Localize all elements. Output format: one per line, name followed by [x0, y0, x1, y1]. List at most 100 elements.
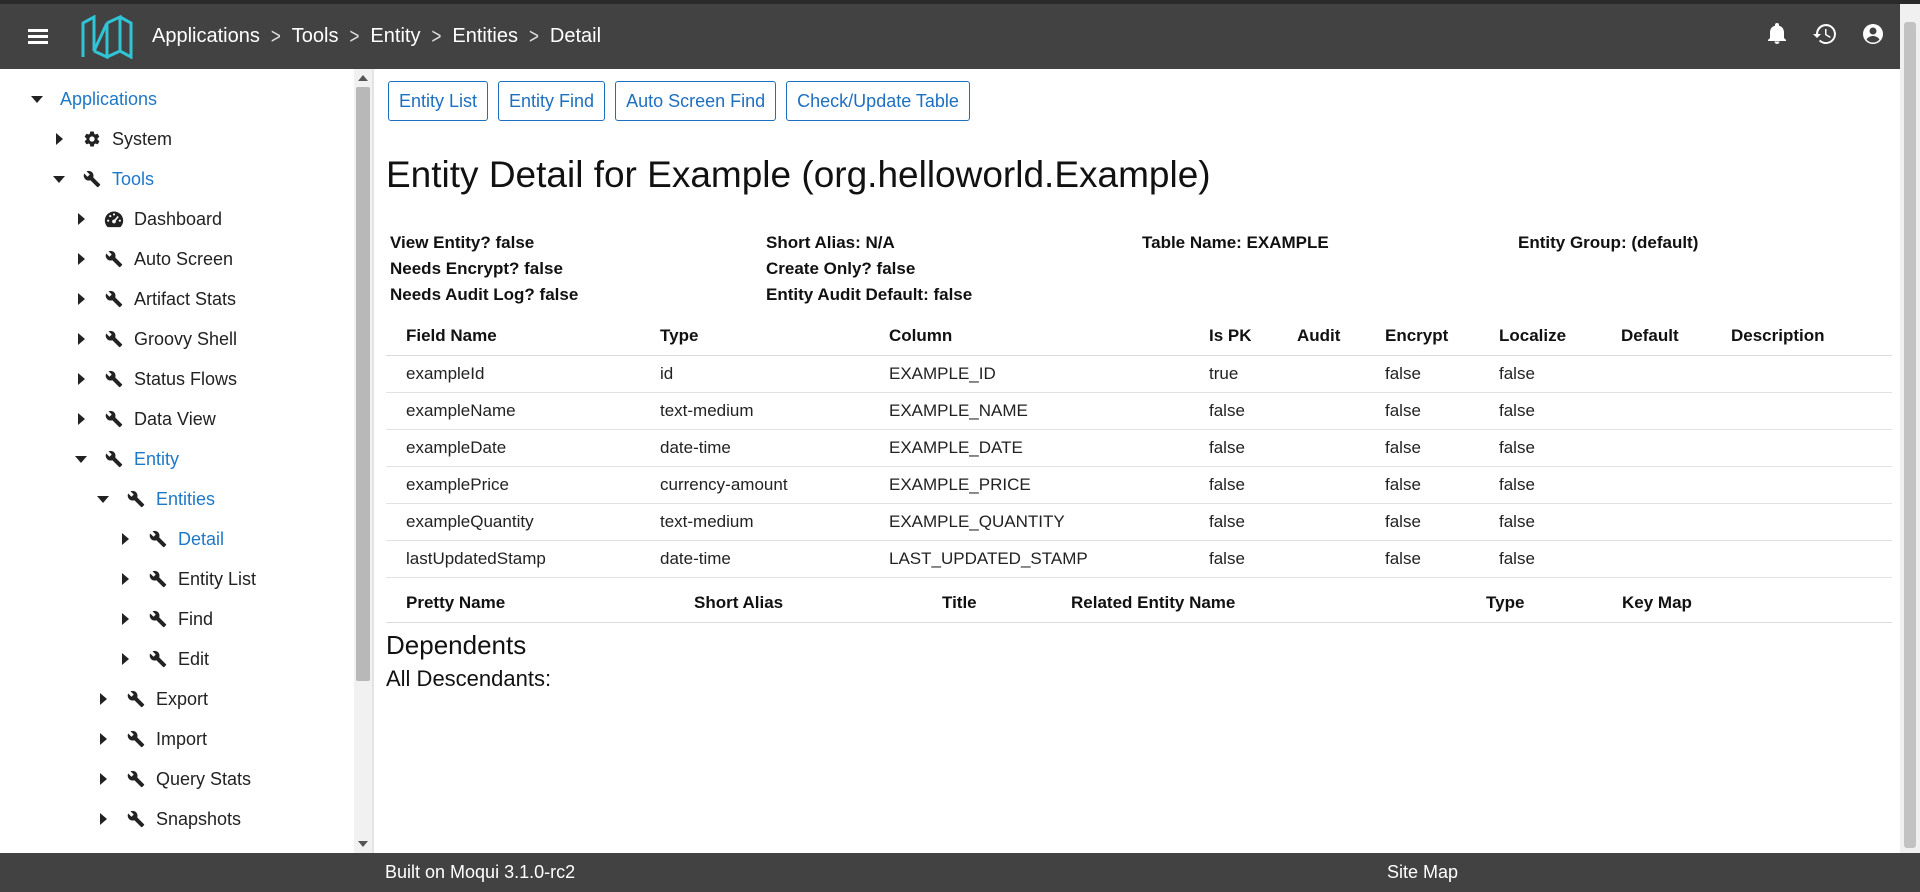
built-on-label: Built on Moqui 3.1.0-rc2	[385, 862, 576, 882]
sidebar-item-artifact-stats[interactable]: Artifact Stats	[72, 279, 236, 319]
caret-right-icon[interactable]	[94, 690, 112, 708]
chevron-right-icon: >	[431, 23, 442, 49]
table-cell	[1711, 540, 1892, 578]
table-cell: examplePrice	[386, 466, 640, 504]
sidebar-item-snapshots[interactable]: Snapshots	[94, 799, 241, 839]
caret-down-icon[interactable]	[72, 450, 90, 468]
sidebar-item-label: Query Stats	[156, 768, 252, 789]
table-cell	[1711, 466, 1892, 504]
sidebar-item-data-view[interactable]: Data View	[72, 399, 216, 439]
column-header-key-map: Key Map	[1602, 584, 1892, 623]
sidebar-item-groovy-shell[interactable]: Groovy Shell	[72, 319, 237, 359]
wrench-icon	[148, 649, 168, 669]
sidebar-item-auto-screen[interactable]: Auto Screen	[72, 239, 233, 279]
dashboard-icon	[104, 209, 124, 229]
caret-right-icon[interactable]	[72, 250, 90, 268]
table-cell: false	[1365, 540, 1479, 578]
column-header-related-entity-name: Related Entity Name	[1051, 584, 1466, 623]
sidebar-item-entity-list[interactable]: Entity List	[116, 559, 256, 599]
table-row: examplePrice currency-amount EXAMPLE_PRICE…	[386, 466, 1892, 504]
sidebar-item-entities[interactable]: Entities	[94, 479, 215, 519]
table-cell	[1711, 503, 1892, 541]
table-cell: id	[640, 355, 869, 393]
sidebar-item-find[interactable]: Find	[116, 599, 213, 639]
dependents-heading: Dependents	[386, 630, 527, 660]
entity-list-button[interactable]: Entity List	[388, 81, 489, 121]
account-circle-icon[interactable]	[1860, 21, 1886, 47]
chevron-right-icon: >	[528, 23, 539, 49]
table-cell: exampleId	[386, 355, 640, 393]
caret-right-icon[interactable]	[116, 570, 134, 588]
sidebar-item-label: Detail	[178, 528, 225, 549]
history-icon[interactable]	[1812, 21, 1838, 47]
column-header-short-alias: Short Alias	[674, 584, 922, 623]
wrench-icon	[126, 809, 146, 829]
sidebar-item-applications[interactable]: Applications	[28, 79, 157, 119]
column-header-default: Default	[1601, 317, 1711, 356]
column-header-field-name: Field Name	[386, 317, 640, 356]
all-descendants-label: All Descendants:	[386, 666, 552, 691]
sidebar-scroll-thumb[interactable]	[356, 87, 370, 681]
table-cell: false	[1189, 466, 1277, 504]
caret-right-icon[interactable]	[72, 290, 90, 308]
sidebar-item-dashboard[interactable]: Dashboard	[72, 199, 222, 239]
entity-find-button[interactable]: Entity Find	[498, 81, 606, 121]
caret-right-icon[interactable]	[116, 650, 134, 668]
breadcrumb-item-tools[interactable]: Tools	[292, 25, 339, 48]
sidebar-scrollbar[interactable]	[354, 69, 372, 853]
sidebar-item-detail[interactable]: Detail	[116, 519, 224, 559]
hamburger-menu-icon[interactable]	[0, 4, 76, 69]
table-cell: LAST_UPDATED_STAMP	[869, 540, 1189, 578]
check-update-table-button[interactable]: Check/Update Table	[786, 81, 970, 121]
sidebar-item-query-stats[interactable]: Query Stats	[94, 759, 251, 799]
view-entity-info: View Entity? false	[390, 233, 535, 252]
caret-right-icon[interactable]	[72, 410, 90, 428]
sidebar-item-tools[interactable]: Tools	[50, 159, 154, 199]
auto-screen-find-button[interactable]: Auto Screen Find	[615, 81, 777, 121]
page-scrollbar[interactable]	[1900, 4, 1920, 853]
table-cell: false	[1365, 355, 1479, 393]
toolbar: Entity List Entity Find Auto Screen Find…	[388, 81, 970, 121]
scroll-up-arrow-icon[interactable]	[358, 75, 368, 81]
table-cell	[1277, 392, 1365, 430]
breadcrumb-item-detail[interactable]: Detail	[550, 25, 601, 48]
bell-icon[interactable]	[1764, 21, 1790, 47]
table-cell: currency-amount	[640, 466, 869, 504]
moqui-logo[interactable]	[80, 14, 134, 59]
sidebar-item-system[interactable]: System	[50, 119, 172, 159]
sidebar-item-edit[interactable]: Edit	[116, 639, 209, 679]
sidebar-item-import[interactable]: Import	[94, 719, 207, 759]
caret-right-icon[interactable]	[94, 770, 112, 788]
caret-right-icon[interactable]	[72, 370, 90, 388]
breadcrumb-item-entities[interactable]: Entities	[452, 25, 518, 48]
site-map-link[interactable]: Site Map	[1387, 862, 1458, 883]
sidebar-item-entity[interactable]: Entity	[72, 439, 179, 479]
caret-right-icon[interactable]	[94, 730, 112, 748]
sidebar-item-label: Entities	[156, 488, 216, 509]
caret-right-icon[interactable]	[72, 330, 90, 348]
table-cell: false	[1479, 355, 1601, 393]
create-only-info: Create Only? false	[766, 259, 916, 278]
scroll-down-arrow-icon[interactable]	[358, 841, 368, 847]
caret-down-icon[interactable]	[94, 490, 112, 508]
wrench-icon	[104, 249, 124, 269]
caret-right-icon[interactable]	[72, 210, 90, 228]
page-title: Entity Detail for Example (org.helloworl…	[386, 154, 1211, 195]
caret-right-icon[interactable]	[116, 610, 134, 628]
sidebar-item-export[interactable]: Export	[94, 679, 208, 719]
caret-right-icon[interactable]	[50, 130, 68, 148]
breadcrumb-item-applications[interactable]: Applications	[152, 25, 260, 48]
caret-down-icon[interactable]	[50, 170, 68, 188]
caret-right-icon[interactable]	[116, 530, 134, 548]
breadcrumb-item-entity[interactable]: Entity	[370, 25, 420, 48]
sidebar-item-status-flows[interactable]: Status Flows	[72, 359, 237, 399]
wrench-icon	[82, 169, 102, 189]
caret-right-icon[interactable]	[94, 810, 112, 828]
wrench-icon	[126, 689, 146, 709]
page-scroll-thumb[interactable]	[1904, 22, 1916, 848]
caret-down-icon[interactable]	[28, 90, 46, 108]
sidebar-item-label: Artifact Stats	[134, 288, 237, 309]
table-cell: false	[1479, 392, 1601, 430]
column-header-pretty-name: Pretty Name	[386, 584, 674, 623]
wrench-icon	[148, 569, 168, 589]
